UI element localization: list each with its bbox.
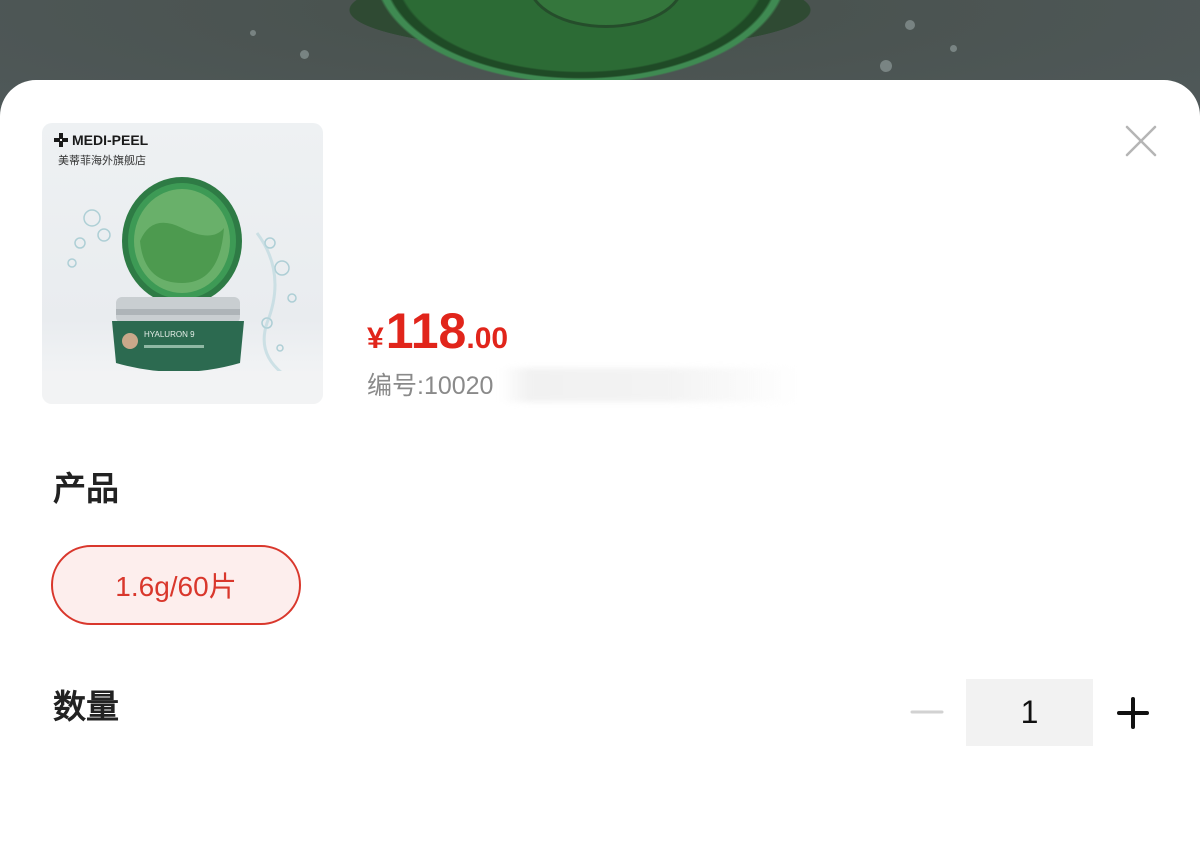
plus-icon [1117, 697, 1149, 729]
quantity-value: 1 [1020, 694, 1039, 730]
price-decimal: .00 [466, 322, 509, 355]
spec-option-label: 1.6g/60片 [115, 571, 237, 602]
spec-option-selected[interactable]: 1.6g/60片 [51, 545, 301, 625]
quantity-section-title: 数量 [53, 687, 119, 726]
sku-redaction-blur [500, 368, 800, 402]
splash-drop [880, 60, 892, 72]
sku-number: 编号:10020 [367, 372, 494, 400]
quantity-increase-button[interactable] [1112, 692, 1154, 734]
minus-icon [910, 710, 944, 714]
splash-drop [950, 45, 957, 52]
splash-drop [250, 30, 256, 36]
eye-patch-jar-image: HYALURON 9 [42, 177, 323, 404]
close-icon [1125, 125, 1157, 157]
close-button[interactable] [1122, 122, 1160, 160]
quantity-input[interactable]: 1 [966, 679, 1093, 746]
product-thumbnail[interactable]: MEDI-PEEL 美蒂菲海外旗舰店 HYALURON 9 [42, 123, 323, 404]
spec-section-title: 产品 [53, 469, 119, 508]
quantity-decrease-button[interactable] [906, 690, 948, 732]
package-label: HYALURON 9 [144, 330, 195, 339]
splash-drop [300, 50, 309, 59]
splash-drop [905, 20, 915, 30]
product-price: ¥ 118 .00 [367, 302, 508, 360]
price-currency: ¥ [367, 322, 384, 355]
price-integer: 118 [385, 303, 467, 359]
